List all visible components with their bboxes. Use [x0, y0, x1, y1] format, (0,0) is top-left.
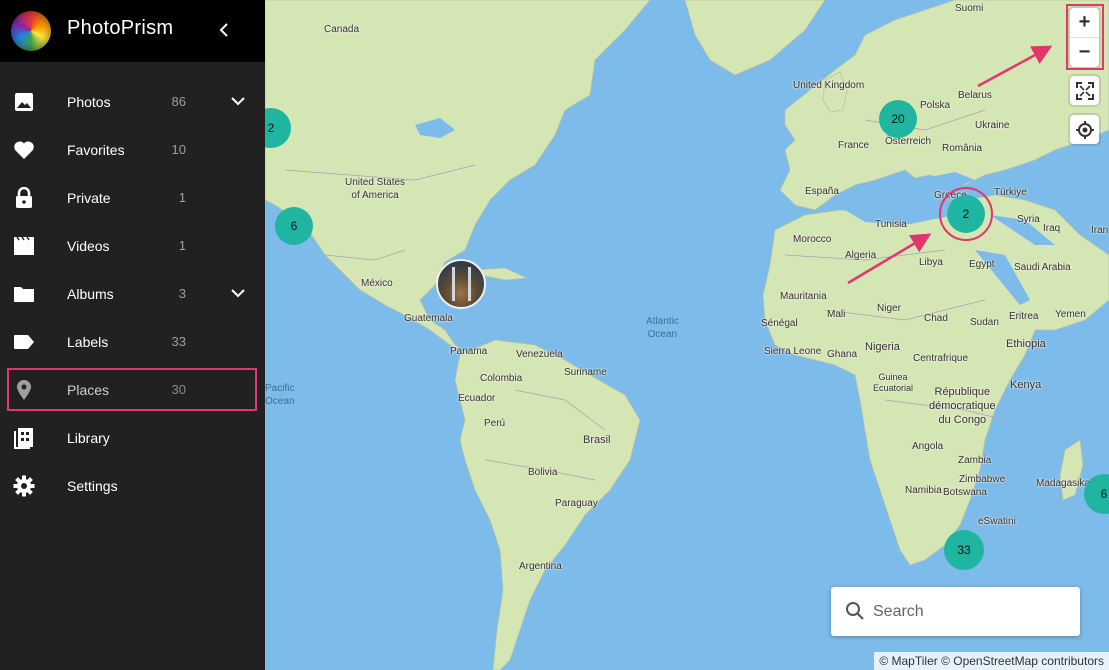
sidebar-header: PhotoPrism: [0, 0, 265, 62]
map-attribution: © MapTiler © OpenStreetMap contributors: [874, 652, 1109, 670]
sidebar-item-count: 86: [171, 94, 186, 109]
label-icon: [12, 330, 36, 354]
collapse-sidebar-button[interactable]: [213, 18, 237, 42]
sidebar-item-label: Places: [67, 382, 110, 398]
crosshair-icon: [1075, 120, 1094, 139]
search-icon: [846, 602, 864, 620]
heart-icon: [12, 138, 36, 162]
sidebar-item-label: Albums: [67, 286, 114, 302]
sidebar-item-places[interactable]: Places 30: [0, 366, 265, 414]
fullscreen-icon: [1075, 81, 1094, 100]
library-icon: [12, 426, 36, 450]
sidebar-item-photos[interactable]: Photos 86: [0, 78, 265, 126]
map-search-input[interactable]: [871, 599, 1065, 625]
sidebar-item-count: 10: [171, 142, 186, 157]
sidebar-item-label: Labels: [67, 334, 109, 350]
chevron-down-icon[interactable]: [228, 283, 248, 303]
sidebar-item-favorites[interactable]: Favorites 10: [0, 126, 265, 174]
geolocate-control: [1070, 115, 1099, 144]
sidebar-item-private[interactable]: Private 1: [0, 174, 265, 222]
image-icon: [12, 90, 36, 114]
place-icon: [12, 378, 36, 402]
zoom-controls: + −: [1070, 8, 1099, 67]
sidebar-item-count: 1: [178, 238, 186, 253]
sidebar-item-label: Favorites: [67, 142, 125, 158]
sidebar-item-label: Videos: [67, 238, 110, 254]
photoprism-logo[interactable]: [11, 11, 51, 51]
fullscreen-button[interactable]: [1070, 76, 1099, 105]
sidebar-item-count: 1: [178, 190, 186, 205]
zoom-in-button[interactable]: +: [1070, 8, 1099, 38]
app-title: PhotoPrism: [67, 17, 174, 39]
sidebar-item-label: Photos: [67, 94, 111, 110]
sidebar-item-count: 3: [178, 286, 186, 301]
sidebar-item-count: 30: [171, 382, 186, 397]
chevron-left-icon: [219, 23, 228, 37]
zoom-out-button[interactable]: −: [1070, 38, 1099, 67]
map-search-box[interactable]: [831, 587, 1080, 636]
lock-icon: [12, 186, 36, 210]
folder-icon: [12, 282, 36, 306]
sidebar: PhotoPrism Photos 86 Favorites 10 Privat…: [0, 0, 265, 670]
sidebar-item-settings[interactable]: Settings: [0, 462, 265, 510]
geolocate-button[interactable]: [1070, 115, 1099, 144]
sidebar-item-library[interactable]: Library: [0, 414, 265, 462]
sidebar-item-labels[interactable]: Labels 33: [0, 318, 265, 366]
sidebar-item-label: Library: [67, 430, 110, 446]
world-map[interactable]: Canada United States of America México G…: [265, 0, 1109, 670]
sidebar-item-label: Private: [67, 190, 111, 206]
movie-icon: [12, 234, 36, 258]
fullscreen-control: [1070, 76, 1099, 105]
annotation-arrows: [847, 45, 1053, 285]
sidebar-item-count: 33: [171, 334, 186, 349]
sidebar-item-label: Settings: [67, 478, 118, 494]
chevron-down-icon[interactable]: [228, 91, 248, 111]
gear-icon: [12, 474, 36, 498]
sidebar-item-albums[interactable]: Albums 3: [0, 270, 265, 318]
sidebar-item-videos[interactable]: Videos 1: [0, 222, 265, 270]
